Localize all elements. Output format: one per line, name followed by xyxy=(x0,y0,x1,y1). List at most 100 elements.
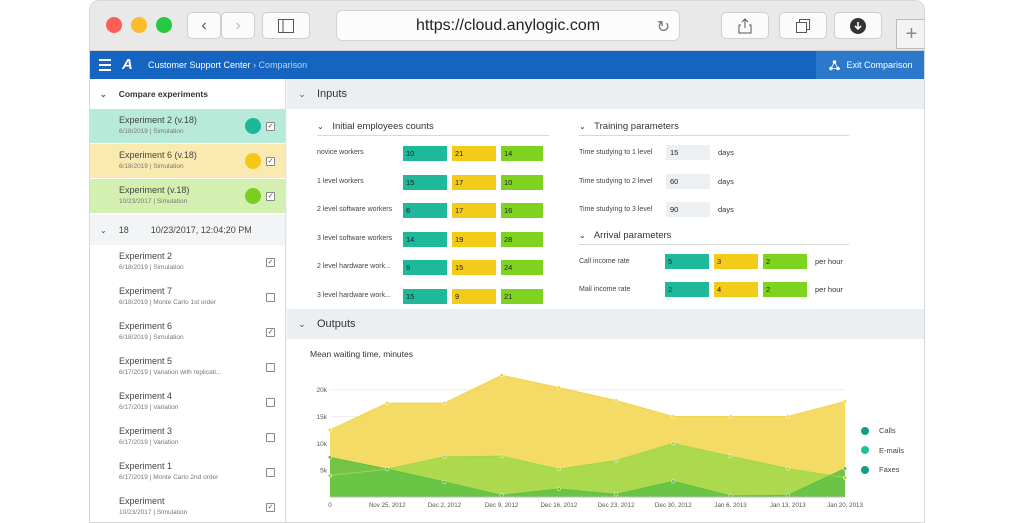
checkbox[interactable]: ✓ xyxy=(266,122,275,131)
forward-button[interactable]: › xyxy=(221,12,255,39)
arrival-rate-value: 2 xyxy=(763,254,807,269)
checkbox[interactable] xyxy=(266,468,275,477)
experiment-name: Experiment 3 xyxy=(119,426,173,436)
experiment-item[interactable]: Experiment 10/23/2017 | Simulation ✓ xyxy=(90,490,285,522)
color-marker[interactable] xyxy=(245,118,261,134)
data-point[interactable] xyxy=(842,466,848,471)
checkbox[interactable] xyxy=(266,433,275,442)
compare-item[interactable]: Experiment (v.18) 10/23/2017 | Simulation… xyxy=(90,179,285,214)
data-point[interactable] xyxy=(499,373,504,378)
tabs-icon xyxy=(796,18,810,33)
checkbox[interactable] xyxy=(266,293,275,302)
minimize-window-button[interactable] xyxy=(131,17,147,33)
data-point[interactable] xyxy=(842,399,848,404)
color-marker[interactable] xyxy=(245,188,261,204)
experiment-meta: 6/18/2019 | Monte Carlo 1st order xyxy=(119,299,217,306)
plus-icon: + xyxy=(905,22,918,45)
employee-count-value: 10 xyxy=(501,174,543,190)
training-value-field[interactable]: 60 xyxy=(666,173,710,189)
experiment-name: Experiment 6 xyxy=(119,321,173,331)
data-point[interactable] xyxy=(556,486,561,492)
arrival-subheader[interactable]: ⌄ Arrival parameters xyxy=(579,230,849,245)
tabs-button[interactable] xyxy=(779,12,827,39)
training-row-label: Time studying to 2 level xyxy=(579,177,653,185)
x-tick-label: Jan 6, 2013 xyxy=(714,502,747,509)
data-point[interactable] xyxy=(327,427,333,433)
checkbox[interactable]: ✓ xyxy=(266,258,275,267)
data-point[interactable] xyxy=(842,475,848,480)
employees-subheader[interactable]: ⌄ Initial employees counts xyxy=(317,121,549,136)
data-point[interactable] xyxy=(442,479,447,485)
maximize-window-button[interactable] xyxy=(156,17,172,33)
data-point[interactable] xyxy=(614,398,619,403)
inputs-section-header[interactable]: ⌄ Inputs xyxy=(287,79,924,109)
experiment-item[interactable]: Experiment 3 6/17/2019 | Variation xyxy=(90,420,285,455)
training-subheader[interactable]: ⌄ Training parameters xyxy=(579,121,849,136)
checkbox[interactable] xyxy=(266,398,275,407)
data-point[interactable] xyxy=(671,414,676,419)
experiment-item[interactable]: Experiment 7 6/18/2019 | Monte Carlo 1st … xyxy=(90,280,285,315)
experiment-item[interactable]: Experiment 6 6/18/2019 | Simulation ✓ xyxy=(90,315,285,350)
experiment-item[interactable]: Experiment 1 6/17/2019 | Monte Carlo 2nd … xyxy=(90,455,285,490)
chevron-down-icon: ⌄ xyxy=(298,88,306,99)
share-button[interactable] xyxy=(721,12,769,39)
data-point[interactable] xyxy=(327,455,333,460)
checkbox[interactable]: ✓ xyxy=(266,328,275,337)
new-tab-button[interactable]: + xyxy=(896,19,924,49)
back-button[interactable]: ‹ xyxy=(187,12,221,39)
color-marker[interactable] xyxy=(245,153,261,169)
app-title[interactable]: Customer Support Center xyxy=(148,60,251,70)
data-point[interactable] xyxy=(785,466,790,471)
legend-label: Faxes xyxy=(879,465,900,474)
experiment-item[interactable]: Experiment 5 6/17/2019 | Variation with r… xyxy=(90,350,285,385)
data-point[interactable] xyxy=(556,467,561,472)
experiment-item[interactable]: Experiment 4 6/17/2019 | Variation xyxy=(90,385,285,420)
data-point[interactable] xyxy=(671,441,676,446)
compare-item[interactable]: Experiment 2 (v.18) 6/18/2019 | Simulatio… xyxy=(90,109,285,144)
chart-title: Mean waiting time, minutes xyxy=(310,349,413,359)
legend-dot-icon xyxy=(861,465,869,474)
employee-count-value: 15 xyxy=(452,260,496,275)
anylogic-logo: A xyxy=(122,56,133,73)
exit-comparison-button[interactable]: Exit Comparison xyxy=(816,51,924,79)
data-point[interactable] xyxy=(327,473,333,478)
menu-icon[interactable] xyxy=(99,59,111,74)
data-point[interactable] xyxy=(556,385,561,390)
data-point[interactable] xyxy=(499,454,504,459)
legend-item[interactable]: E-mails xyxy=(861,446,904,455)
experiment-name: Experiment 2 xyxy=(119,251,173,261)
compare-experiments-header[interactable]: ⌄ Compare experiments xyxy=(90,79,285,109)
data-point[interactable] xyxy=(614,492,619,497)
outputs-section-header[interactable]: ⌄ Outputs xyxy=(287,309,924,339)
employee-count-value: 24 xyxy=(501,260,543,275)
employee-count-value: 21 xyxy=(501,288,543,304)
reload-icon[interactable]: ↻ xyxy=(657,17,670,37)
run-group-header[interactable]: ⌄ 18 10/23/2017, 12:04:20 PM xyxy=(90,215,285,245)
data-point[interactable] xyxy=(671,479,676,484)
data-point[interactable] xyxy=(385,401,390,406)
data-point[interactable] xyxy=(728,454,733,459)
data-point[interactable] xyxy=(785,414,790,419)
checkbox[interactable]: ✓ xyxy=(266,503,275,512)
legend-item[interactable]: Faxes xyxy=(861,465,899,474)
checkbox[interactable] xyxy=(266,363,275,372)
compare-item[interactable]: Experiment 6 (v.18) 6/18/2019 | Simulatio… xyxy=(90,144,285,179)
training-value-field[interactable]: 15 xyxy=(666,145,710,160)
data-point[interactable] xyxy=(385,467,390,472)
data-point[interactable] xyxy=(442,454,447,459)
training-value-field[interactable]: 90 xyxy=(666,202,710,217)
address-bar[interactable]: https://cloud.anylogic.com ↻ xyxy=(336,10,680,41)
checkbox[interactable]: ✓ xyxy=(266,157,275,166)
legend-label: Calls xyxy=(879,426,896,435)
download-button[interactable] xyxy=(834,12,882,39)
data-point[interactable] xyxy=(442,401,447,406)
y-tick-label: 10k xyxy=(317,441,328,448)
sidebar-toggle-button[interactable] xyxy=(262,12,310,39)
data-point[interactable] xyxy=(614,458,619,463)
experiment-item[interactable]: Experiment 2 6/18/2019 | Simulation ✓ xyxy=(90,245,285,280)
legend-item[interactable]: Calls xyxy=(861,426,896,435)
close-window-button[interactable] xyxy=(106,17,122,33)
checkbox[interactable]: ✓ xyxy=(266,192,275,201)
data-point[interactable] xyxy=(728,414,733,419)
employee-row-label: 1 level workers xyxy=(317,177,364,185)
